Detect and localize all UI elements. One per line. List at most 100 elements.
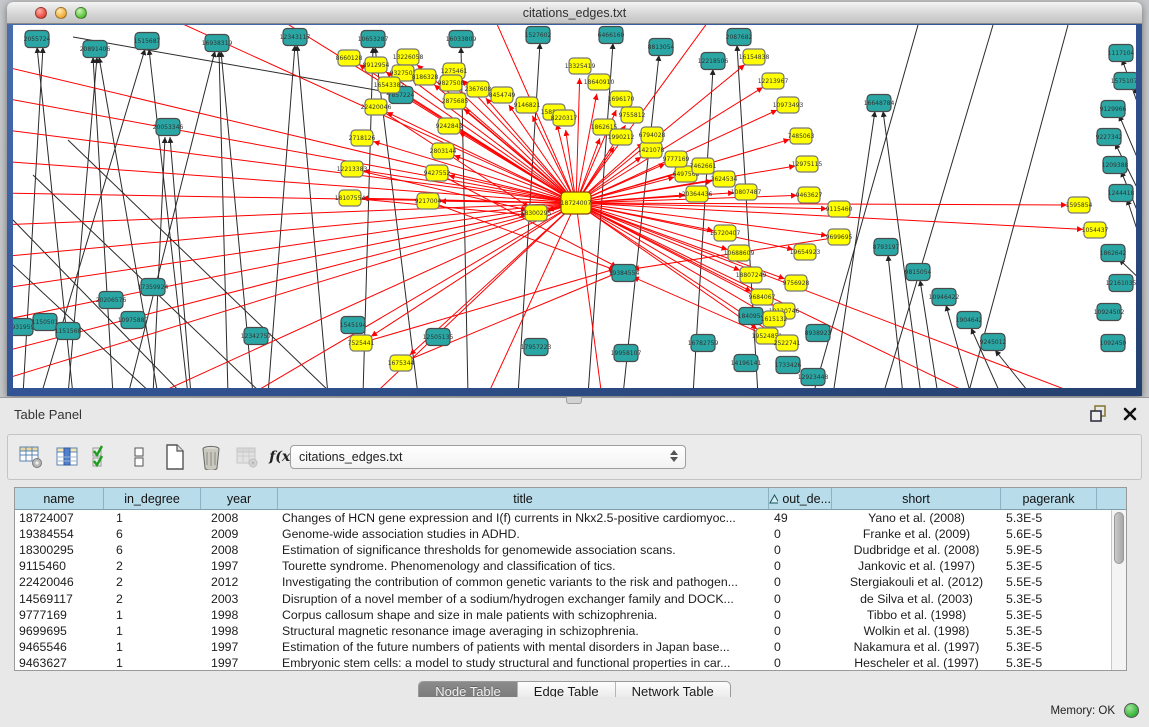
cell-title[interactable]: Corpus callosum shape and size in male p… <box>278 607 769 623</box>
cell-year[interactable]: 2012 <box>201 574 278 590</box>
cell-year[interactable]: 1997 <box>201 655 278 671</box>
graph-node[interactable]: 12213967 <box>758 73 789 89</box>
cell-title[interactable]: Changes of HCN gene expression and I(f) … <box>278 510 769 526</box>
graph-node[interactable]: 1209388 <box>1102 157 1129 174</box>
cell-pagerank[interactable]: 5.6E-5 <box>1001 526 1097 542</box>
cell-short[interactable]: Jankovic et al. (1997) <box>832 558 1001 574</box>
close-panel-icon[interactable] <box>1123 407 1137 421</box>
column-header-short[interactable]: short <box>832 488 1001 509</box>
cell-in_degree[interactable]: 1 <box>104 623 201 639</box>
cell-out_de[interactable]: 0 <box>769 558 832 574</box>
cell-short[interactable]: Franke et al. (2009) <box>832 526 1001 542</box>
graph-node[interactable]: 20364436 <box>682 186 713 202</box>
table-row[interactable]: 1872400712008Changes of HCN gene express… <box>15 510 1126 526</box>
cell-in_degree[interactable]: 1 <box>104 510 201 526</box>
cell-year[interactable]: 2008 <box>201 510 278 526</box>
graph-node[interactable]: 6794028 <box>639 127 666 143</box>
cell-name[interactable]: 19384554 <box>15 526 104 542</box>
graph-node[interactable]: 19654923 <box>790 244 821 260</box>
cell-short[interactable]: Nakamura et al. (1997) <box>832 639 1001 655</box>
graph-node[interactable]: 1151568 <box>55 323 82 340</box>
graph-node[interactable]: 1545194 <box>340 317 367 334</box>
graph-node[interactable]: 1117104 <box>1108 45 1135 62</box>
graph-node[interactable]: 18640910 <box>584 74 615 90</box>
cell-name[interactable]: 9699695 <box>15 623 104 639</box>
graph-node[interactable]: 12975115 <box>792 156 823 172</box>
graph-node[interactable]: 12923448 <box>798 369 829 386</box>
graph-node[interactable]: 7525441 <box>348 335 375 351</box>
cell-out_de[interactable]: 0 <box>769 542 832 558</box>
scrollbar-thumb[interactable] <box>1114 512 1124 564</box>
cell-out_de[interactable]: 49 <box>769 510 832 526</box>
window-titlebar[interactable]: citations_edges.txt <box>7 2 1142 24</box>
graph-node[interactable]: 12505135 <box>423 329 454 346</box>
cell-name[interactable]: 18724007 <box>15 510 104 526</box>
select-checks-icon[interactable] <box>90 443 116 471</box>
column-header-title[interactable]: title <box>278 488 769 509</box>
cell-name[interactable]: 9115460 <box>15 558 104 574</box>
graph-node[interactable]: 15720407 <box>710 225 741 241</box>
cell-in_degree[interactable]: 2 <box>104 558 201 574</box>
graph-node[interactable]: 10975887 <box>118 312 149 329</box>
cell-name[interactable]: 9463627 <box>15 655 104 671</box>
cell-pagerank[interactable]: 5.3E-5 <box>1001 655 1097 671</box>
graph-node[interactable]: 8793197 <box>873 239 900 256</box>
cell-in_degree[interactable]: 2 <box>104 590 201 606</box>
cell-out_de[interactable]: 0 <box>769 574 832 590</box>
graph-node[interactable]: 8912954 <box>363 57 390 73</box>
graph-node[interactable]: 1595854 <box>1066 197 1093 213</box>
cell-pagerank[interactable]: 5.3E-5 <box>1001 623 1097 639</box>
graph-node[interactable]: 1862642 <box>1100 245 1127 262</box>
graph-node[interactable]: 8454749 <box>489 87 516 103</box>
graph-node[interactable]: 2803144 <box>430 143 457 159</box>
cell-year[interactable]: 1998 <box>201 607 278 623</box>
graph-node[interactable]: 2087682 <box>726 29 753 46</box>
graph-node[interactable]: 10688609 <box>724 245 755 261</box>
graph-node[interactable]: 2875685 <box>442 93 469 109</box>
graph-node[interactable]: 18107554 <box>335 190 366 206</box>
graph-node[interactable]: 16782759 <box>688 335 719 352</box>
graph-node[interactable]: 8660128 <box>336 50 363 66</box>
graph-node[interactable]: 16543382 <box>374 77 405 93</box>
graph-node[interactable]: 15751074 <box>1111 73 1136 90</box>
column-header-name[interactable]: name <box>15 488 104 509</box>
cell-title[interactable]: Structural magnetic resonance image aver… <box>278 623 769 639</box>
graph-node[interactable]: 2367608 <box>465 81 492 97</box>
graph-node[interactable]: 16033809 <box>446 31 477 48</box>
cell-out_de[interactable]: 0 <box>769 655 832 671</box>
cell-short[interactable]: Stergiakouli et al. (2012) <box>832 574 1001 590</box>
graph-node[interactable]: 13325419 <box>565 58 596 74</box>
graph-node[interactable]: 17957223 <box>521 339 552 356</box>
table-options-icon[interactable] <box>18 443 44 471</box>
delete-table-icon[interactable] <box>198 443 224 471</box>
cell-in_degree[interactable]: 1 <box>104 655 201 671</box>
graph-node[interactable]: 20891406 <box>80 41 111 58</box>
graph-node[interactable]: 19958107 <box>611 345 642 362</box>
graph-node[interactable]: 1421078 <box>638 142 665 158</box>
cell-short[interactable]: Tibbo et al. (1998) <box>832 607 1001 623</box>
table-row[interactable]: 977716911998Corpus callosum shape and si… <box>15 607 1126 623</box>
graph-node[interactable]: 1515687 <box>134 33 161 50</box>
table-row[interactable]: 946362711997Embryonic stem cells: a mode… <box>15 655 1126 671</box>
cell-pagerank[interactable]: 5.5E-5 <box>1001 574 1097 590</box>
table-row[interactable]: 1938455462009Genome-wide association stu… <box>15 526 1126 542</box>
new-table-icon[interactable] <box>162 443 188 471</box>
graph-node[interactable]: 9755812 <box>619 107 646 123</box>
cell-short[interactable]: de Silva et al. (2003) <box>832 590 1001 606</box>
column-header-pagerank[interactable]: pagerank <box>1001 488 1097 509</box>
cell-pagerank[interactable]: 5.3E-5 <box>1001 510 1097 526</box>
table-row[interactable]: 1830029562008Estimation of significance … <box>15 542 1126 558</box>
graph-node[interactable]: 12218506 <box>698 53 729 70</box>
cell-short[interactable]: Yano et al. (2008) <box>832 510 1001 526</box>
graph-node[interactable]: 14196141 <box>731 355 762 372</box>
graph-node[interactable]: 16938319 <box>202 35 233 52</box>
graph-node[interactable]: 9245012 <box>980 334 1007 351</box>
cell-pagerank[interactable]: 5.3E-5 <box>1001 558 1097 574</box>
cell-title[interactable]: Estimation of the future numbers of pati… <box>278 639 769 655</box>
column-header-year[interactable]: year <box>201 488 278 509</box>
graph-node[interactable]: 9115460 <box>826 201 853 217</box>
cell-name[interactable]: 18300295 <box>15 542 104 558</box>
graph-node[interactable]: 9684067 <box>749 289 776 305</box>
cell-out_de[interactable]: 0 <box>769 607 832 623</box>
cell-short[interactable]: Wolkin et al. (1998) <box>832 623 1001 639</box>
